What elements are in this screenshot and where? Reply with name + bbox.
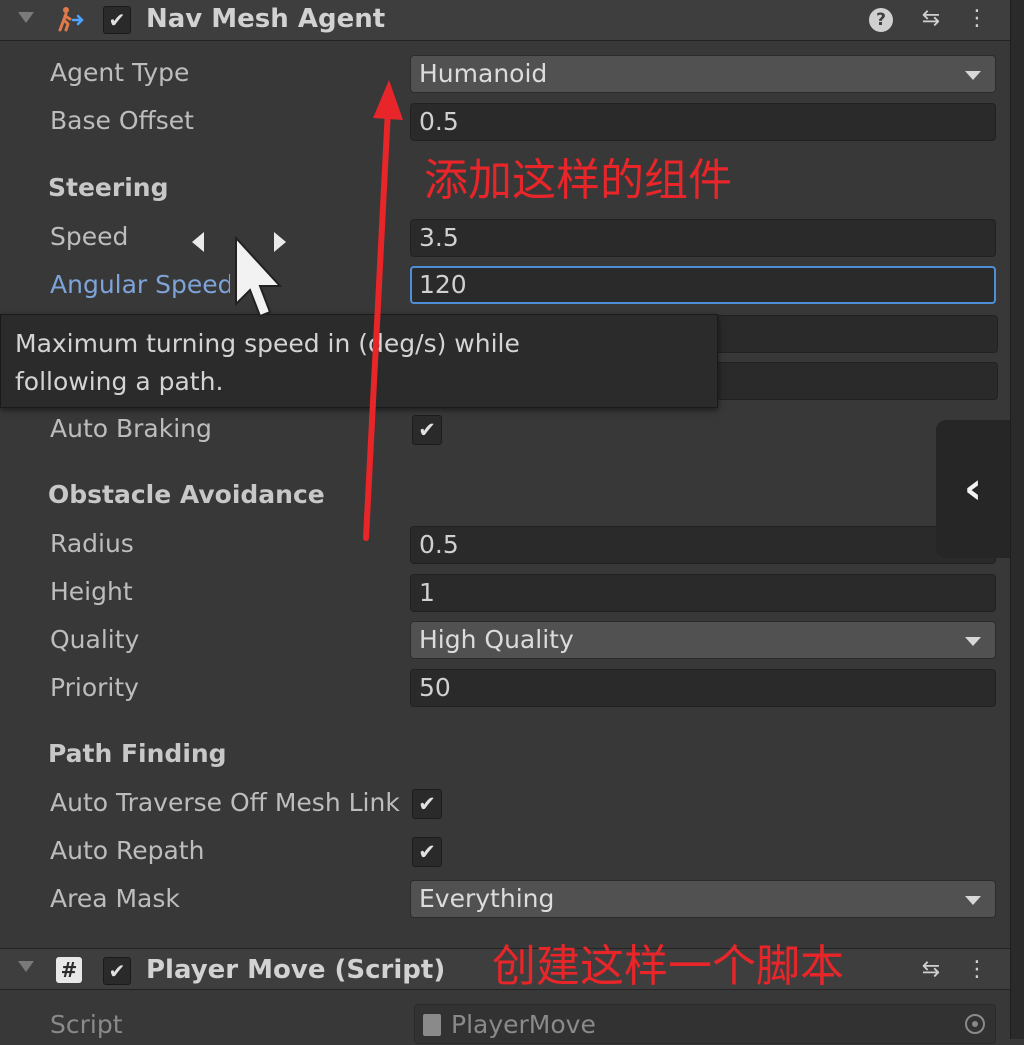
component-enabled-checkbox[interactable]: ✔: [103, 957, 131, 985]
speed-label[interactable]: Speed: [50, 222, 128, 251]
foldout-arrow-icon[interactable]: [18, 961, 34, 972]
component-title: Nav Mesh Agent: [146, 4, 386, 34]
chevron-left-icon[interactable]: ‹: [936, 420, 1010, 558]
kebab-menu-icon[interactable]: ⋮: [962, 4, 992, 34]
help-button[interactable]: ?: [866, 4, 896, 34]
angular-speed-field[interactable]: 120: [410, 266, 996, 304]
annotation-arrow: [363, 80, 403, 541]
dropdown-caret-icon: [965, 71, 981, 80]
kebab-menu-icon[interactable]: ⋮: [962, 955, 992, 985]
script-icon: #: [56, 957, 82, 983]
auto-traverse-checkbox[interactable]: ✔: [412, 789, 442, 819]
radius-label[interactable]: Radius: [50, 529, 134, 558]
checkbox-check-icon: ✔: [418, 418, 436, 442]
dropdown-caret-icon: [965, 896, 981, 905]
area-mask-dropdown[interactable]: Everything: [410, 880, 996, 918]
agent-type-label: Agent Type: [50, 58, 190, 87]
path-finding-section-header: Path Finding: [48, 739, 227, 768]
annotation-add-component: 添加这样的组件: [424, 155, 732, 206]
base-offset-field[interactable]: 0.5: [410, 103, 996, 141]
area-mask-label: Area Mask: [50, 884, 180, 913]
presets-icon[interactable]: ⇆: [916, 4, 946, 34]
presets-icon[interactable]: ⇆: [916, 955, 946, 985]
checkbox-check-icon: ✔: [418, 840, 436, 864]
mouse-cursor-icon: [192, 232, 286, 318]
quality-label: Quality: [50, 625, 140, 654]
auto-repath-label: Auto Repath: [50, 836, 205, 865]
agent-type-value: Humanoid: [419, 59, 548, 88]
auto-braking-label: Auto Braking: [50, 414, 212, 443]
help-icon: ?: [869, 8, 893, 32]
priority-field[interactable]: 50: [410, 669, 996, 707]
steering-section-header: Steering: [48, 173, 169, 202]
obstacle-avoidance-section-header: Obstacle Avoidance: [48, 480, 325, 509]
radius-field[interactable]: 0.5: [410, 526, 996, 564]
height-field[interactable]: 1: [410, 574, 996, 612]
script-label: Script: [50, 1010, 123, 1039]
acceleration-field[interactable]: [718, 315, 998, 353]
auto-traverse-label: Auto Traverse Off Mesh Link: [50, 788, 400, 817]
script-file-icon: [423, 1014, 441, 1036]
component-enabled-checkbox[interactable]: ✔: [103, 6, 131, 34]
agent-type-dropdown[interactable]: Humanoid: [410, 55, 996, 93]
checkbox-check-icon: ✔: [108, 8, 126, 32]
quality-value: High Quality: [419, 625, 574, 654]
auto-repath-checkbox[interactable]: ✔: [412, 837, 442, 867]
inspector-panel: ✔ Nav Mesh Agent ? ⇆ ⋮ Agent Type Humano…: [0, 0, 1010, 1044]
quality-dropdown[interactable]: High Quality: [410, 621, 996, 659]
base-offset-label: Base Offset: [50, 106, 194, 135]
component-title: Player Move (Script): [146, 955, 446, 985]
script-value: PlayerMove: [451, 1010, 596, 1039]
checkbox-check-icon: ✔: [108, 959, 126, 983]
speed-field[interactable]: 3.5: [410, 219, 996, 257]
nav-mesh-agent-icon: [58, 7, 84, 32]
area-mask-value: Everything: [419, 884, 555, 913]
scrollbar-track[interactable]: [1010, 0, 1024, 1039]
height-label[interactable]: Height: [50, 577, 133, 606]
priority-label[interactable]: Priority: [50, 673, 139, 702]
object-picker-icon[interactable]: [965, 1014, 985, 1034]
annotation-create-script: 创建这样一个脚本: [492, 941, 844, 992]
checkbox-check-icon: ✔: [418, 792, 436, 816]
stopping-distance-field[interactable]: [718, 362, 998, 400]
script-object-field[interactable]: PlayerMove: [414, 1004, 996, 1044]
nav-mesh-agent-header[interactable]: ✔ Nav Mesh Agent ? ⇆ ⋮: [0, 0, 1010, 41]
foldout-arrow-icon[interactable]: [18, 12, 34, 23]
dropdown-caret-icon: [965, 637, 981, 646]
